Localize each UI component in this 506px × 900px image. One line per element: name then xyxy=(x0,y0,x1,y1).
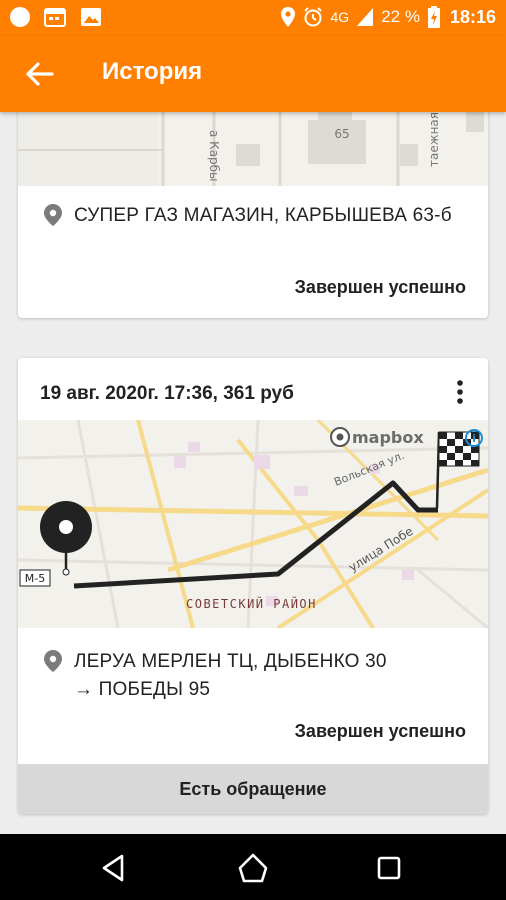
trip-address-from: ЛЕРУА МЕРЛЕН ТЦ, ДЫБЕНКО 30 xyxy=(74,651,387,672)
nav-recents-icon[interactable] xyxy=(373,852,405,884)
status-bar: 4G 22 % 18:16 xyxy=(0,0,506,36)
history-list[interactable]: 65 а Карбы таежная СУПЕР ГАЗ МАГАЗИН, КА… xyxy=(0,112,506,834)
back-button[interactable] xyxy=(22,56,58,92)
notification-icons xyxy=(10,7,102,27)
trip-date-price: 19 авг. 2020г. 17:36, 361 руб xyxy=(40,383,294,404)
trip-address: СУПЕР ГАЗ МАГАЗИН, КАРБЫШЕВА 63-б xyxy=(74,205,452,226)
system-nav-bar xyxy=(0,834,506,900)
app-bar: История xyxy=(0,36,506,112)
trip-card[interactable]: 19 авг. 2020г. 17:36, 361 руб СОВЕТСКИЙ … xyxy=(18,358,488,814)
alarm-icon xyxy=(303,7,322,27)
arrow-left-icon xyxy=(26,62,54,86)
trip-address-row: СУПЕР ГАЗ МАГАЗИН, КАРБЫШЕВА 63-б xyxy=(44,202,464,230)
nav-back-icon[interactable] xyxy=(98,852,130,884)
appeal-button[interactable]: Есть обращение xyxy=(18,764,488,814)
mapbox-logo: mapbox xyxy=(330,427,424,447)
trip-card[interactable]: 65 а Карбы таежная СУПЕР ГАЗ МАГАЗИН, КА… xyxy=(18,112,488,318)
map-district-label: СОВЕТСКИЙ РАЙОН xyxy=(186,596,317,611)
more-vert-icon[interactable] xyxy=(452,378,468,408)
circle-notification-icon xyxy=(10,7,30,27)
map-canvas: СОВЕТСКИЙ РАЙОН Вольская ул. улица Побе … xyxy=(18,420,488,628)
location-pin-icon xyxy=(44,650,62,672)
trip-map[interactable]: 65 а Карбы таежная xyxy=(18,112,488,186)
svg-text:mapbox: mapbox xyxy=(352,428,424,447)
image-notification-icon xyxy=(81,8,101,26)
trip-address-to: → ПОБЕДЫ 95 xyxy=(74,679,211,700)
clock: 18:16 xyxy=(449,6,496,27)
signal-icon xyxy=(357,8,374,26)
map-building-number: 65 xyxy=(334,127,349,141)
network-label: 4G xyxy=(330,9,350,25)
svg-text:i: i xyxy=(472,432,476,445)
battery-charging-icon xyxy=(427,6,440,28)
map-street-label-right: таежная xyxy=(427,112,441,167)
page-title: История xyxy=(102,58,203,85)
system-icons: 4G 22 % 18:16 xyxy=(280,6,496,28)
road-shield-label: M-5 xyxy=(25,572,45,585)
battery-percent: 22 % xyxy=(381,7,420,26)
map-street-label-left: а Карбы xyxy=(207,130,221,182)
trip-address-row: ЛЕРУА МЕРЛЕН ТЦ, ДЫБЕНКО 30 → ПОБЕДЫ 95 xyxy=(44,648,464,704)
calendar-notification-icon xyxy=(44,8,66,27)
location-icon xyxy=(280,7,295,27)
trip-status: Завершен успешно xyxy=(294,721,466,741)
location-pin-icon xyxy=(44,204,62,226)
nav-home-icon[interactable] xyxy=(237,852,269,884)
trip-route-map[interactable]: СОВЕТСКИЙ РАЙОН Вольская ул. улица Побе … xyxy=(18,420,488,628)
trip-status: Завершен успешно xyxy=(294,277,466,297)
trip-address: ЛЕРУА МЕРЛЕН ТЦ, ДЫБЕНКО 30 → ПОБЕДЫ 95 xyxy=(74,648,387,704)
map-canvas: 65 а Карбы таежная xyxy=(18,112,488,186)
